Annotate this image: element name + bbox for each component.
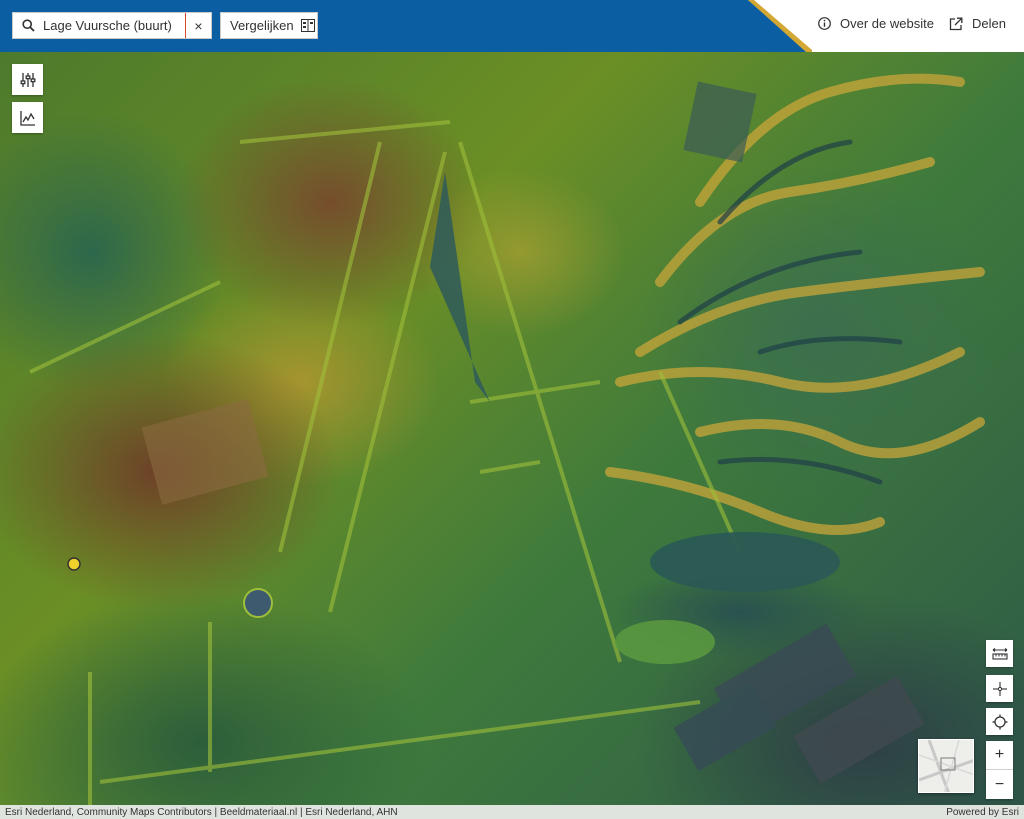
about-link-label: Over de website — [840, 16, 934, 31]
share-button-label: Delen — [972, 16, 1006, 31]
attribution-bar: Esri Nederland, Community Maps Contribut… — [0, 805, 1024, 819]
about-link[interactable]: Over de website — [818, 16, 934, 31]
overview-map-thumbnail — [919, 740, 973, 792]
share-icon — [949, 17, 963, 30]
map-view[interactable] — [0, 52, 1024, 805]
attribution-sources[interactable]: Esri Nederland, Community Maps Contribut… — [5, 807, 946, 818]
compare-icon — [300, 19, 315, 32]
compare-button[interactable]: Vergelijken — [220, 12, 318, 39]
measure-button[interactable] — [986, 640, 1013, 667]
locate-point-button[interactable] — [986, 675, 1013, 702]
zoom-control: + − — [986, 741, 1013, 799]
measure-icon — [991, 647, 1008, 660]
my-location-button[interactable] — [986, 708, 1013, 735]
layers-settings-button[interactable] — [12, 64, 43, 95]
search-input[interactable]: Lage Vuursche (buurt) — [43, 18, 185, 33]
powered-by-esri[interactable]: Powered by Esri — [946, 807, 1019, 818]
search-box[interactable]: Lage Vuursche (buurt) × — [12, 12, 212, 39]
sliders-icon — [20, 72, 35, 87]
close-icon[interactable]: × — [185, 13, 211, 38]
elevation-profile-icon — [19, 110, 35, 126]
share-button[interactable]: Delen — [949, 16, 1006, 31]
zoom-in-button[interactable]: + — [986, 741, 1013, 770]
info-icon — [818, 17, 831, 30]
app-header: Lage Vuursche (buurt) × Vergelijken Over… — [0, 0, 1024, 52]
elevation-map-layer — [29, 73, 985, 805]
crosshair-icon — [992, 681, 1007, 696]
compare-button-label: Vergelijken — [230, 18, 294, 33]
elevation-profile-button[interactable] — [12, 102, 43, 133]
locate-icon — [992, 714, 1007, 729]
overview-map[interactable] — [918, 739, 974, 793]
search-icon[interactable] — [13, 13, 43, 38]
location-marker — [67, 557, 81, 571]
zoom-out-button[interactable]: − — [986, 770, 1013, 799]
